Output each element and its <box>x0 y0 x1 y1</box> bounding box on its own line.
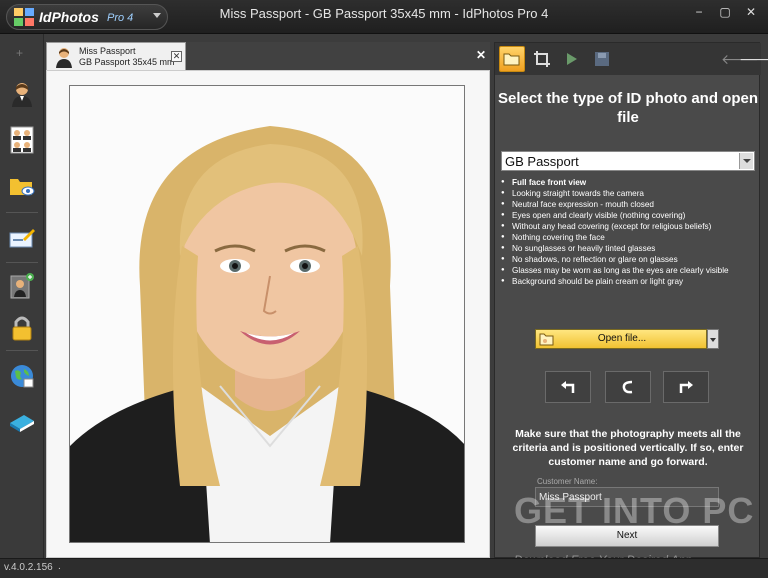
open-file-label: Open file... <box>597 333 647 344</box>
single-portrait-icon[interactable] <box>8 80 36 108</box>
avatar <box>56 48 72 68</box>
plus-icon[interactable]: + <box>16 46 23 60</box>
status-text: . <box>58 561 61 572</box>
document-area: Miss Passport GB Passport 35x45 mm ✕ ✕ <box>46 42 490 558</box>
flip-icon <box>622 380 633 394</box>
list-item: Looking straight towards the camera <box>501 188 757 199</box>
toolbar-divider <box>6 350 38 351</box>
crop-icon[interactable] <box>529 46 555 72</box>
flip-button[interactable] <box>605 371 651 403</box>
title-bar: IdPhotos Pro 4 Miss Passport - GB Passpo… <box>0 0 768 34</box>
rotate-left-icon <box>561 381 575 393</box>
watermark: GET INTO PC <box>514 490 755 531</box>
list-item: No shadows, no reflection or glare on gl… <box>501 254 757 265</box>
close-document-icon[interactable]: ✕ <box>476 48 486 62</box>
app-window: IdPhotos Pro 4 Miss Passport - GB Passpo… <box>0 0 768 578</box>
version-label: v.4.0.2.156 <box>4 562 53 573</box>
list-item: Nothing covering the face <box>501 232 757 243</box>
list-item: Glasses may be worn as long as the eyes … <box>501 265 757 276</box>
wizard-toolbar: 🡐 🡒 <box>495 43 768 75</box>
toolbar-divider <box>6 212 38 213</box>
tab-close-icon[interactable]: ✕ <box>171 51 182 62</box>
book-icon[interactable] <box>8 408 36 436</box>
open-file-button[interactable]: Open file... <box>535 329 707 349</box>
save-icon[interactable] <box>589 46 615 72</box>
list-item: Without any head covering (except for re… <box>501 221 757 232</box>
portrait-photo[interactable] <box>69 85 465 543</box>
lock-icon[interactable] <box>8 314 36 342</box>
toolbar-divider <box>6 262 38 263</box>
person-add-icon[interactable] <box>8 272 36 300</box>
list-item: No sunglasses or heavily tinted glasses <box>501 243 757 254</box>
close-button[interactable]: ✕ <box>740 4 762 20</box>
minimize-button[interactable]: − <box>688 4 710 20</box>
window-title: Miss Passport - GB Passport 35x45 mm - I… <box>219 6 549 21</box>
wizard-heading: Select the type of ID photo and open fil… <box>497 90 758 126</box>
customer-name-label: Customer Name: <box>537 477 598 486</box>
photo-criteria-list: Full face front view Looking straight to… <box>501 177 757 287</box>
folder-view-icon[interactable] <box>8 172 36 200</box>
id-photo-type-value: GB Passport <box>505 154 579 169</box>
id-photo-type-select[interactable]: GB Passport <box>501 151 755 171</box>
multi-portrait-icon[interactable] <box>8 126 36 154</box>
maximize-button[interactable]: ▢ <box>714 4 736 20</box>
list-item: Background should be plain cream or ligh… <box>501 276 757 287</box>
play-icon[interactable] <box>559 46 585 72</box>
window-controls: − ▢ ✕ <box>688 4 762 20</box>
tab-photo-format: GB Passport 35x45 mm <box>79 57 175 67</box>
edit-card-icon[interactable] <box>8 224 36 252</box>
wizard-panel: 🡐 🡒 Select the type of ID photo and open… <box>494 42 768 558</box>
open-folder-icon[interactable] <box>499 46 525 72</box>
instruction-text: Make sure that the photography meets all… <box>512 428 744 468</box>
list-item: Full face front view <box>501 177 757 188</box>
forward-arrow-icon[interactable]: 🡒 <box>739 51 768 68</box>
status-bar: v.4.0.2.156 . <box>0 558 768 578</box>
photo-canvas <box>46 70 490 558</box>
rotate-left-button[interactable] <box>545 371 591 403</box>
list-item: Neutral face expression - mouth closed <box>501 199 757 210</box>
open-file-dropdown[interactable] <box>707 329 719 349</box>
rotate-right-icon <box>679 381 693 393</box>
rotate-right-button[interactable] <box>663 371 709 403</box>
globe-icon[interactable] <box>8 362 36 390</box>
chevron-down-icon[interactable] <box>739 153 753 169</box>
left-toolbar: + <box>0 34 44 558</box>
tab-miss-passport[interactable]: Miss Passport GB Passport 35x45 mm ✕ <box>46 42 186 70</box>
list-item: Eyes open and clearly visible (nothing c… <box>501 210 757 221</box>
tab-customer-name: Miss Passport <box>79 46 136 56</box>
